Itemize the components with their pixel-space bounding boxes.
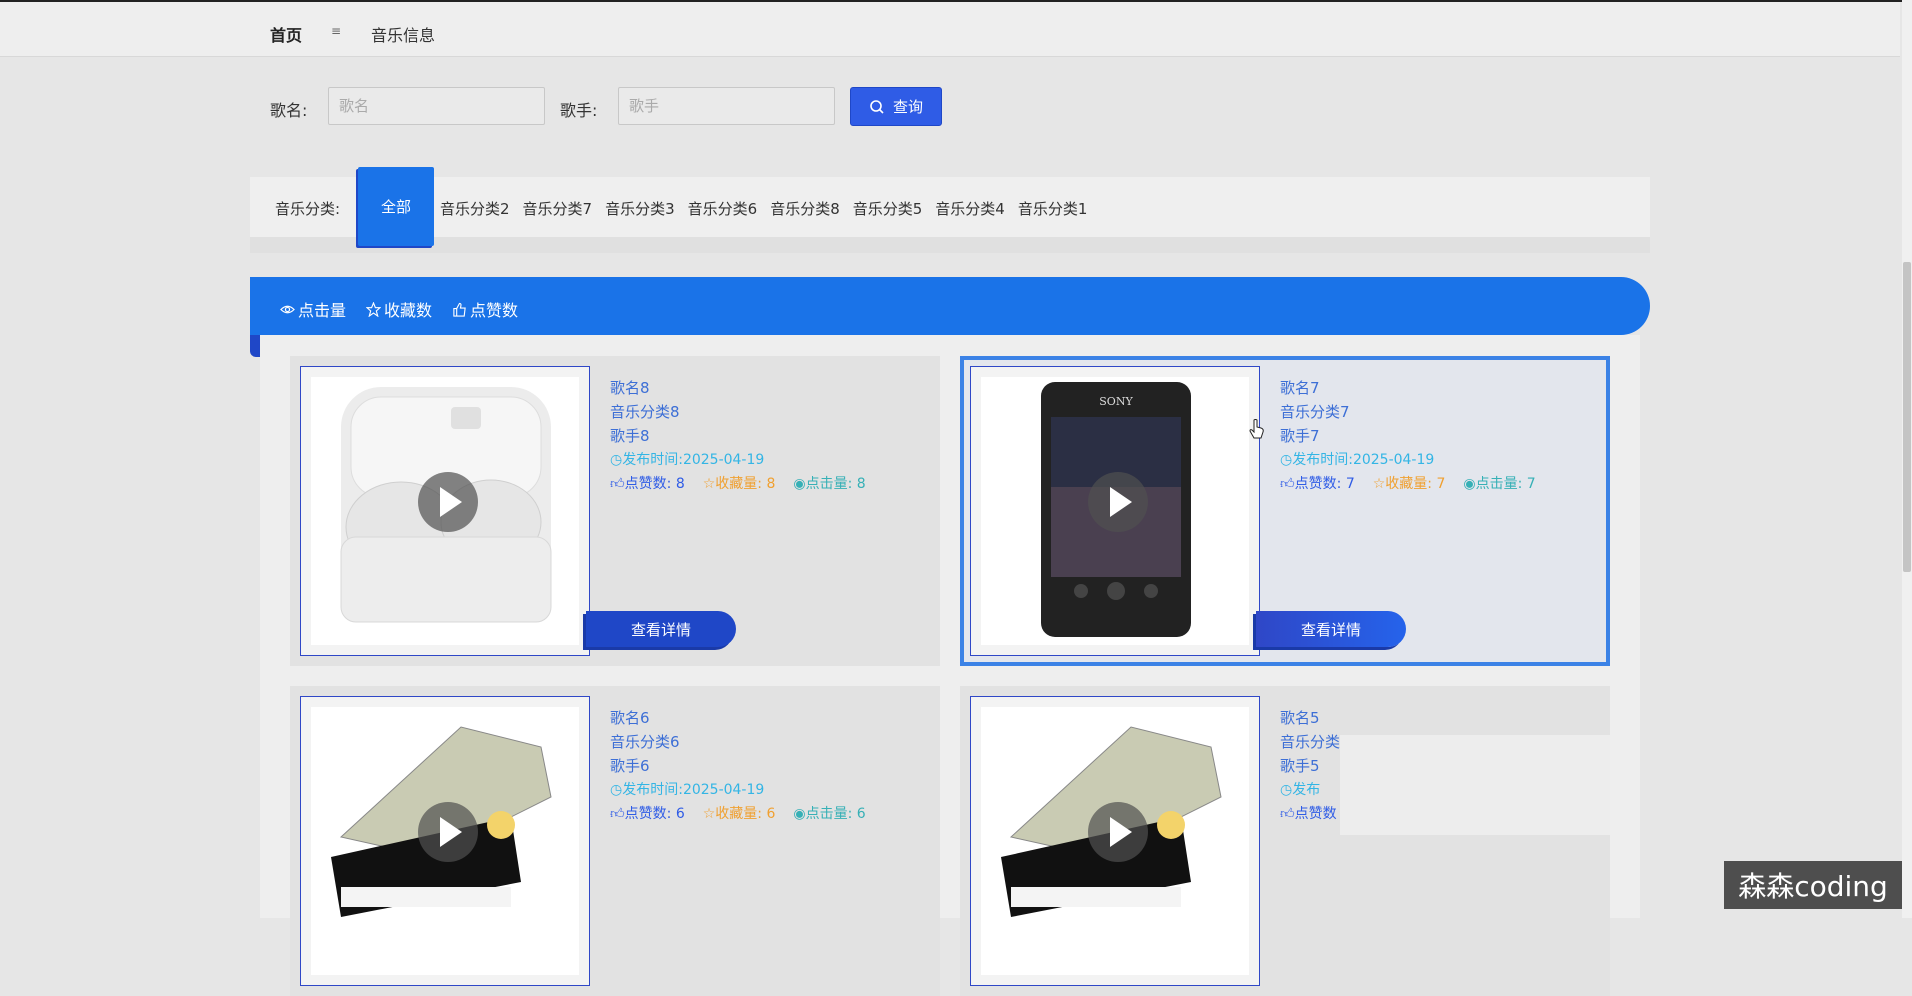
cover-image[interactable] (300, 366, 590, 656)
category-item[interactable]: 音乐分类7 (523, 198, 593, 219)
cover-image[interactable]: SONY (970, 366, 1260, 656)
song-name[interactable]: 歌名5 (1280, 706, 1340, 730)
category-item[interactable]: 音乐分类5 (853, 198, 923, 219)
like-count: 👍︎点赞数: 7 (1280, 476, 1355, 492)
card-info: 歌名6 音乐分类6 歌手6 ◷发布时间:2025-04-19 👍︎点赞数: 6 … (610, 706, 866, 826)
breadcrumb-separator-icon: ≡ (331, 24, 342, 38)
like-count: 👍︎点赞数: 6 (610, 806, 685, 822)
card-info: 歌名7 音乐分类7 歌手7 ◷发布时间:2025-04-19 👍︎点赞数: 7 … (1280, 376, 1536, 496)
sort-by-favorites[interactable]: 收藏数 (366, 297, 432, 321)
publish-time: ◷发布 (1280, 782, 1321, 798)
card-info: 歌名5 音乐分类 歌手5 ◷发布 👍︎点赞数 (1280, 706, 1340, 826)
song-name-input[interactable] (328, 87, 545, 125)
song-name[interactable]: 歌名7 (1280, 376, 1536, 400)
thumbs-up-icon (453, 302, 466, 317)
song-singer: 歌手8 (610, 427, 650, 445)
play-icon[interactable] (1088, 472, 1148, 532)
like-count: 👍︎点赞数: 8 (610, 476, 685, 492)
watermark: 森森coding (1724, 861, 1902, 909)
song-name[interactable]: 歌名8 (610, 376, 866, 400)
card-stats: 👍︎点赞数: 7 ☆收藏量: 7 ◉点击量: 7 (1280, 472, 1536, 496)
song-singer: 歌手6 (610, 757, 650, 775)
category-item[interactable]: 音乐分类4 (935, 198, 1005, 219)
category-item[interactable]: 音乐分类3 (605, 198, 675, 219)
favorite-count: ☆收藏量: 6 (702, 806, 776, 822)
card-stats: 👍︎点赞数 (1280, 802, 1340, 826)
sort-by-likes[interactable]: 点赞数 (452, 297, 518, 321)
music-card[interactable]: 歌名5 音乐分类 歌手5 ◷发布 👍︎点赞数 (960, 686, 1610, 996)
song-name-label: 歌名: (270, 101, 308, 120)
publish-time: ◷发布时间:2025-04-19 (610, 452, 765, 468)
card-stats: 👍︎点赞数: 6 ☆收藏量: 6 ◉点击量: 6 (610, 802, 866, 826)
song-singer: 歌手5 (1280, 757, 1320, 775)
like-count: 👍︎点赞数 (1280, 806, 1337, 822)
music-card[interactable]: 歌名6 音乐分类6 歌手6 ◷发布时间:2025-04-19 👍︎点赞数: 6 … (290, 686, 940, 996)
song-category: 音乐分类8 (610, 403, 680, 421)
song-category: 音乐分类6 (610, 733, 680, 751)
song-category: 音乐分类 (1280, 733, 1341, 751)
breadcrumb-home[interactable]: 首页 (270, 22, 302, 46)
cover-image[interactable] (970, 696, 1260, 986)
sort-by-likes-label: 点赞数 (470, 301, 519, 320)
play-icon[interactable] (418, 802, 478, 862)
click-count: ◉点击量: 8 (793, 476, 866, 492)
breadcrumb-bar: 首页 ≡ 音乐信息 (0, 2, 1900, 57)
category-item[interactable]: 音乐分类1 (1018, 198, 1088, 219)
singer-input[interactable] (618, 87, 835, 125)
hand-cursor-icon (1249, 419, 1264, 439)
song-singer: 歌手7 (1280, 427, 1320, 445)
click-count: ◉点击量: 6 (793, 806, 866, 822)
publish-time: ◷发布时间:2025-04-19 (610, 782, 765, 798)
breadcrumb-current: 音乐信息 (371, 26, 436, 45)
view-details-button[interactable]: 查看详情 (586, 611, 736, 647)
category-label: 音乐分类: (275, 200, 341, 218)
click-count: ◉点击量: 7 (1463, 476, 1536, 492)
query-button[interactable]: 查询 (850, 87, 942, 126)
eye-icon (280, 305, 295, 313)
category-list: 音乐分类2 音乐分类7 音乐分类3 音乐分类6 音乐分类8 音乐分类5 音乐分类… (440, 198, 1100, 219)
star-icon (366, 301, 382, 317)
search-icon (870, 99, 884, 114)
sort-options: 点击量 收藏数 点赞数 (280, 297, 518, 321)
sort-by-favorites-label: 收藏数 (384, 301, 433, 320)
category-all-tab[interactable]: 全部 (358, 167, 434, 246)
music-card[interactable]: 歌名8 音乐分类8 歌手8 ◷发布时间:2025-04-19 👍︎点赞数: 8 … (290, 356, 940, 666)
favorite-count: ☆收藏量: 8 (702, 476, 776, 492)
publish-time: ◷发布时间:2025-04-19 (1280, 452, 1435, 468)
svg-text:SONY: SONY (1099, 395, 1133, 408)
play-icon[interactable] (418, 472, 478, 532)
music-card[interactable]: SONY 歌名7 音乐分类7 歌手7 ◷发布时间:2025-04-19 👍︎点赞… (960, 356, 1610, 666)
favorite-count: ☆收藏量: 7 (1372, 476, 1446, 492)
singer-label: 歌手: (560, 101, 598, 120)
category-item[interactable]: 音乐分类8 (770, 198, 840, 219)
song-category: 音乐分类7 (1280, 403, 1350, 421)
view-details-button[interactable]: 查看详情 (1256, 611, 1406, 647)
category-item[interactable]: 音乐分类2 (440, 198, 510, 219)
cover-image[interactable] (300, 696, 590, 986)
sort-by-clicks-label: 点击量 (298, 301, 347, 320)
card-info: 歌名8 音乐分类8 歌手8 ◷发布时间:2025-04-19 👍︎点赞数: 8 … (610, 376, 866, 496)
category-item[interactable]: 音乐分类6 (688, 198, 758, 219)
scrollbar-thumb[interactable] (1903, 262, 1911, 572)
category-bar-shadow (250, 237, 1650, 253)
play-icon[interactable] (1088, 802, 1148, 862)
card-stats: 👍︎点赞数: 8 ☆收藏量: 8 ◉点击量: 8 (610, 472, 866, 496)
query-button-label: 查询 (892, 98, 923, 116)
blurred-overlay (1340, 735, 1640, 835)
song-name[interactable]: 歌名6 (610, 706, 866, 730)
sort-by-clicks[interactable]: 点击量 (280, 297, 346, 321)
